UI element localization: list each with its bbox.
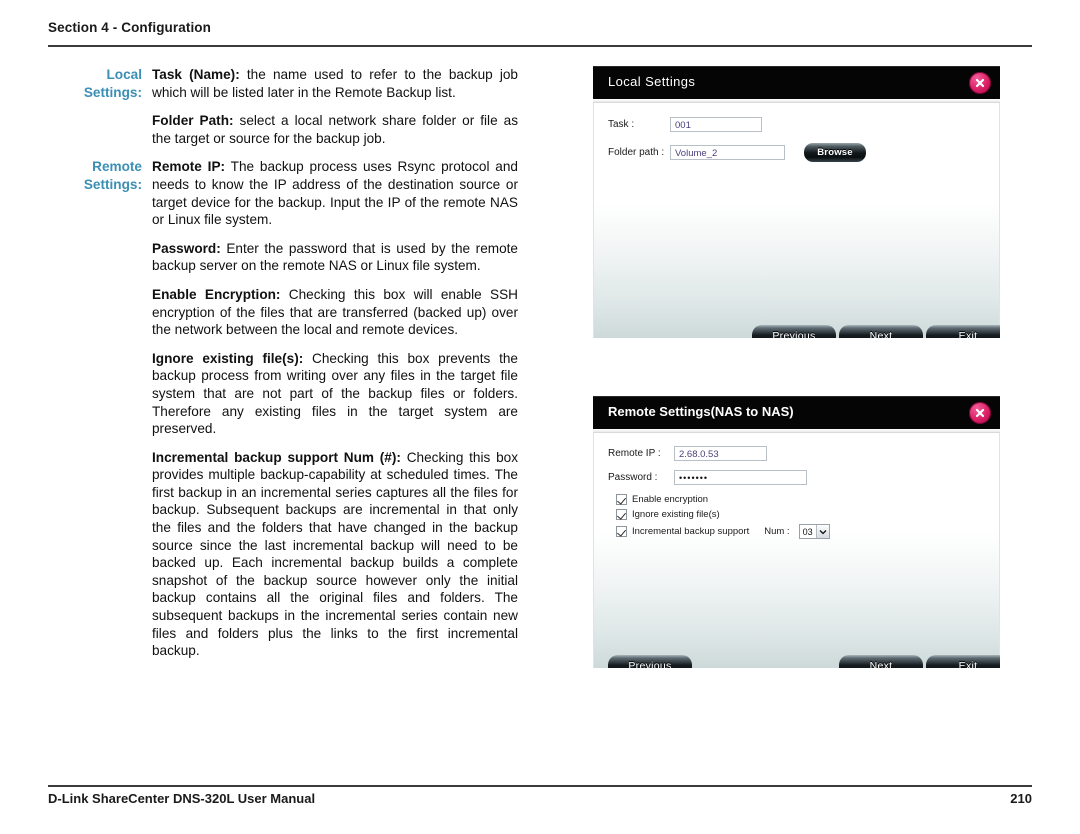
incremental-backup-text: Checking this box provides multiple back… (152, 449, 518, 659)
incremental-backup-checkbox[interactable] (616, 526, 627, 537)
local-settings-label: Local Settings: (48, 66, 152, 101)
task-name-paragraph: Task (Name): the name used to refer to t… (152, 66, 518, 101)
folder-path-field-row: Folder path : Volume_2 Browse (608, 143, 866, 162)
incremental-backup-checkbox-label: Incremental backup support (632, 526, 750, 537)
remote-settings-label: Remote Settings: (48, 158, 152, 193)
password-term: Password: (152, 240, 221, 256)
local-settings-label-line1: Local (106, 67, 142, 82)
next-button[interactable]: Next (839, 325, 923, 338)
incremental-backup-term: Incremental backup support Num (#): (152, 449, 401, 465)
remote-settings-titlebar: Remote Settings(NAS to NAS) (593, 396, 1000, 429)
remote-settings-label-line2: Settings: (83, 176, 142, 192)
task-field-label: Task : (608, 119, 635, 130)
ignore-existing-checkbox-row[interactable]: Ignore existing file(s) (616, 509, 720, 520)
ignore-existing-term: Ignore existing file(s): (152, 350, 304, 366)
remote-settings-body: Remote IP : 2.68.0.53 Password : •••••••… (593, 433, 1000, 668)
exit-button[interactable]: Exit (926, 325, 1000, 338)
remote-ip-term: Remote IP: (152, 159, 226, 175)
num-select[interactable]: 03 (798, 524, 830, 539)
incremental-backup-paragraph: Incremental backup support Num (#): Chec… (152, 449, 518, 660)
exit-button[interactable]: Exit (926, 655, 1000, 668)
enable-encryption-checkbox-row[interactable]: Enable encryption (616, 494, 708, 505)
chevron-down-icon[interactable] (815, 525, 829, 538)
num-label: Num : (764, 526, 790, 537)
task-input[interactable]: 001 (670, 117, 762, 132)
incremental-backup-checkbox-row[interactable]: Incremental backup support Num : 03 (616, 524, 830, 539)
browse-button[interactable]: Browse (804, 143, 866, 162)
password-input[interactable]: ••••••• (674, 470, 807, 485)
remote-settings-dialog: Remote Settings(NAS to NAS) Remote IP : … (593, 396, 1000, 668)
local-settings-label-line2: Settings: (83, 84, 142, 100)
remote-ip-input[interactable]: 2.68.0.53 (674, 446, 767, 461)
task-name-term: Task (Name): (152, 67, 240, 82)
ignore-existing-checkbox-label: Ignore existing file(s) (632, 509, 720, 520)
remote-settings-block: Remote Settings: Remote IP: The backup p… (48, 158, 518, 228)
previous-button[interactable]: Previous (608, 655, 692, 668)
local-settings-title: Local Settings (608, 74, 696, 89)
num-select-value: 03 (802, 526, 813, 537)
ignore-existing-checkbox[interactable] (616, 509, 627, 520)
remote-settings-title: Remote Settings(NAS to NAS) (608, 404, 794, 419)
local-settings-dialog: Local Settings Task : 001 Folder path : … (593, 66, 1000, 338)
enable-encryption-checkbox[interactable] (616, 494, 627, 505)
enable-encryption-paragraph: Enable Encryption: Checking this box wil… (152, 286, 518, 339)
page-footer: D-Link ShareCenter DNS-320L User Manual … (48, 791, 1032, 806)
ignore-existing-paragraph: Ignore existing file(s): Checking this b… (152, 350, 518, 438)
local-settings-block: Local Settings: Task (Name): the name us… (48, 66, 518, 101)
folder-path-paragraph: Folder Path: select a local network shar… (152, 112, 518, 147)
enable-encryption-term: Enable Encryption: (152, 286, 281, 302)
footer-manual-title: D-Link ShareCenter DNS-320L User Manual (48, 791, 316, 806)
header-divider (48, 45, 1032, 47)
password-paragraph: Password: Enter the password that is use… (152, 240, 518, 275)
password-field-label: Password : (608, 472, 658, 483)
enable-encryption-checkbox-label: Enable encryption (632, 494, 709, 505)
next-button[interactable]: Next (839, 655, 923, 668)
document-text-column: Local Settings: Task (Name): the name us… (48, 66, 518, 660)
folder-path-term: Folder Path: (152, 113, 234, 129)
previous-button[interactable]: Previous (752, 325, 836, 338)
remote-ip-field-label: Remote IP : (608, 448, 661, 459)
footer-divider (48, 785, 1032, 787)
remote-settings-label-line1: Remote (92, 159, 142, 175)
section-title: Section 4 - Configuration (48, 20, 211, 35)
folder-path-input[interactable]: Volume_2 (670, 145, 785, 160)
page-number: 210 (1010, 791, 1032, 806)
folder-path-field-label: Folder path : (608, 147, 665, 158)
page-header: Section 4 - Configuration (48, 20, 1032, 36)
close-icon[interactable] (969, 72, 991, 94)
remote-ip-paragraph: Remote IP: The backup process uses Rsync… (152, 158, 518, 228)
task-field-row: Task : 001 (608, 117, 762, 132)
local-settings-titlebar: Local Settings (593, 66, 1000, 99)
password-field-row: Password : ••••••• (608, 470, 807, 485)
local-settings-body: Task : 001 Folder path : Volume_2 Browse… (593, 103, 1000, 338)
remote-ip-field-row: Remote IP : 2.68.0.53 (608, 446, 767, 461)
close-icon[interactable] (969, 402, 991, 424)
